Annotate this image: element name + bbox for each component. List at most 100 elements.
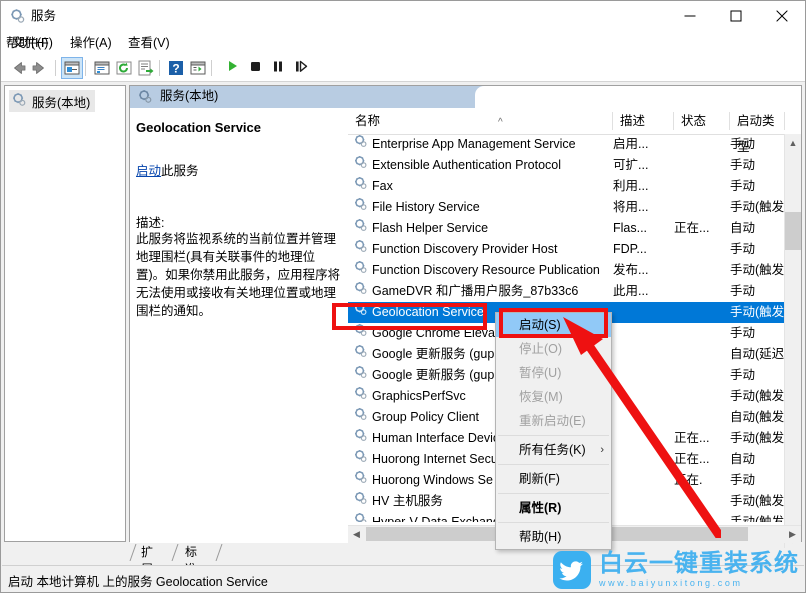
service-name-text: HV 主机服务 — [372, 494, 443, 508]
table-row[interactable]: Extensible Authentication Protocol 可扩... 手… — [348, 155, 785, 176]
restart-service-icon[interactable] — [292, 57, 314, 79]
service-startup-type-cell: 自动 — [730, 221, 756, 235]
show-hide-console-tree-icon[interactable] — [61, 57, 83, 79]
toolbar-separator-2 — [85, 60, 86, 76]
service-name-text: File History Service — [372, 200, 480, 214]
column-name[interactable]: 名称 ^ — [348, 108, 613, 134]
service-name-cell: Google 更新服务 (gup — [354, 344, 494, 365]
minimize-button[interactable] — [667, 1, 713, 31]
service-name-text: GraphicsPerfSvc — [372, 389, 466, 403]
tree-node-services-local[interactable]: 服务(本地) — [9, 90, 96, 112]
export-list-icon[interactable] — [135, 57, 157, 79]
table-row[interactable]: Enterprise App Management Service 启用... 手动 — [348, 134, 785, 155]
service-name-text: Group Policy Client — [372, 410, 479, 424]
list-header: 名称 ^ 描述 状态 启动类型 — [348, 108, 801, 154]
service-name-text: Function Discovery Provider Host — [372, 242, 558, 256]
service-status-cell: 正在... — [674, 452, 710, 466]
back-icon[interactable] — [7, 57, 29, 79]
window-title: 服务 — [31, 9, 57, 23]
pane-header: 服务(本地) — [130, 86, 801, 108]
start-service-icon[interactable] — [223, 57, 245, 79]
properties-icon[interactable] — [187, 57, 209, 79]
service-gear-icon — [354, 512, 368, 522]
scroll-right-icon[interactable]: ▶ — [784, 526, 801, 542]
show-hide-action-pane-icon[interactable] — [91, 57, 113, 79]
close-button[interactable] — [759, 1, 805, 31]
context-menu-item-label: 属性(R) — [519, 501, 562, 515]
service-name-text: GameDVR 和广播用户服务_87b33c6 — [372, 284, 579, 298]
service-startup-type-cell: 自动 — [730, 452, 756, 466]
column-description[interactable]: 描述 — [613, 108, 674, 134]
menu-view[interactable]: 查看(V) — [123, 35, 175, 52]
service-gear-icon — [354, 281, 368, 302]
service-gear-icon — [354, 260, 368, 281]
description-text: 此服务将监视系统的当前位置并管理地理围栏(具有关联事件的地理位置)。如果你禁用此… — [136, 232, 341, 318]
service-gear-icon — [354, 323, 368, 344]
scroll-left-icon[interactable]: ◀ — [348, 526, 365, 542]
context-menu-start[interactable]: 启动(S) — [496, 313, 611, 337]
service-name-cell: File History Service — [354, 197, 480, 218]
menu-action[interactable]: 操作(A) — [65, 35, 117, 52]
table-row[interactable]: Fax 利用... 手动 — [348, 176, 785, 197]
start-service-link[interactable]: 启动 — [136, 164, 161, 178]
service-name-text: Huorong Windows Se — [372, 473, 493, 487]
service-name-text: Google 更新服务 (gup — [372, 368, 495, 382]
table-row[interactable]: Function Discovery Provider Host FDP... 手动 — [348, 239, 785, 260]
column-description-label: 描述 — [620, 114, 646, 128]
table-row[interactable]: Function Discovery Resource Publication 发… — [348, 260, 785, 281]
pause-service-icon[interactable] — [269, 57, 291, 79]
context-menu-item-label: 帮助(H) — [519, 530, 562, 544]
vertical-scrollbar[interactable]: ▲ ▼ — [784, 134, 801, 548]
sort-ascending-caret-icon: ^ — [498, 117, 503, 128]
scroll-up-icon[interactable]: ▲ — [785, 134, 801, 151]
tab-standard[interactable]: 标准 — [179, 544, 203, 576]
service-name-text: Fax — [372, 179, 393, 193]
help-icon[interactable]: ? — [165, 57, 187, 79]
toolbar: ? — [1, 55, 805, 82]
context-menu[interactable]: 启动(S) 停止(O) 暂停(U) 恢复(M) 重新启动(E) 所有任务(K) › 刷新(F)… — [495, 312, 612, 550]
service-name-text: Hyper-V Data Exchang — [372, 515, 500, 522]
context-menu-restart: 重新启动(E) — [496, 409, 611, 433]
menu-help[interactable]: 帮助(H) — [1, 35, 53, 52]
service-name-cell: Geolocation Service — [354, 302, 484, 323]
service-gear-icon — [354, 176, 368, 197]
context-menu-resume: 恢复(M) — [496, 385, 611, 409]
service-gear-icon — [354, 365, 368, 386]
stop-service-icon[interactable] — [246, 57, 268, 79]
context-menu-item-label: 停止(O) — [519, 342, 563, 356]
service-description-cell: 发布... — [613, 263, 649, 277]
service-name-cell: Huorong Windows Se — [354, 470, 493, 491]
refresh-icon[interactable] — [113, 57, 135, 79]
vertical-scroll-thumb[interactable] — [785, 212, 801, 250]
service-startup-type-cell: 手动(触发... — [730, 263, 785, 277]
service-name-cell: Enterprise App Management Service — [354, 134, 576, 155]
service-name-cell: Flash Helper Service — [354, 218, 488, 239]
tab-extended[interactable]: 扩展 — [135, 544, 159, 576]
context-menu-refresh[interactable]: 刷新(F) — [496, 467, 611, 491]
table-row[interactable]: GameDVR 和广播用户服务_87b33c6 此用... 手动 — [348, 281, 785, 302]
submenu-chevron-icon: › — [600, 444, 604, 456]
column-status[interactable]: 状态 — [674, 108, 730, 134]
maximize-button[interactable] — [713, 1, 759, 31]
context-menu-help[interactable]: 帮助(H) — [496, 525, 611, 549]
services-gear-icon — [12, 92, 27, 110]
services-gear-icon — [138, 89, 153, 104]
service-startup-type-cell: 手动 — [730, 368, 756, 382]
service-action-line: 启动此服务 — [136, 160, 199, 179]
service-gear-icon — [354, 134, 368, 155]
service-gear-icon — [354, 302, 368, 323]
table-row[interactable]: Flash Helper Service Flas... 正在... 自动 — [348, 218, 785, 239]
forward-icon[interactable] — [29, 57, 51, 79]
context-menu-properties[interactable]: 属性(R) — [496, 496, 611, 520]
service-gear-icon — [354, 386, 368, 407]
service-name-text: Human Interface Devic — [372, 431, 500, 445]
context-menu-all-tasks[interactable]: 所有任务(K) › — [496, 438, 611, 462]
column-startup-type[interactable]: 启动类型 — [730, 108, 785, 154]
watermark-text: 白云一键重装系统 www.baiyunxitong.com — [599, 552, 799, 588]
service-gear-icon — [354, 407, 368, 428]
table-row[interactable]: File History Service 将用... 手动(触发... — [348, 197, 785, 218]
header-divider[interactable] — [784, 112, 785, 130]
console-tree-pane: 服务(本地) — [4, 85, 126, 542]
status-bar-text: 启动 本地计算机 上的服务 Geolocation Service — [8, 575, 268, 589]
service-status-cell: 正在... — [674, 431, 710, 445]
